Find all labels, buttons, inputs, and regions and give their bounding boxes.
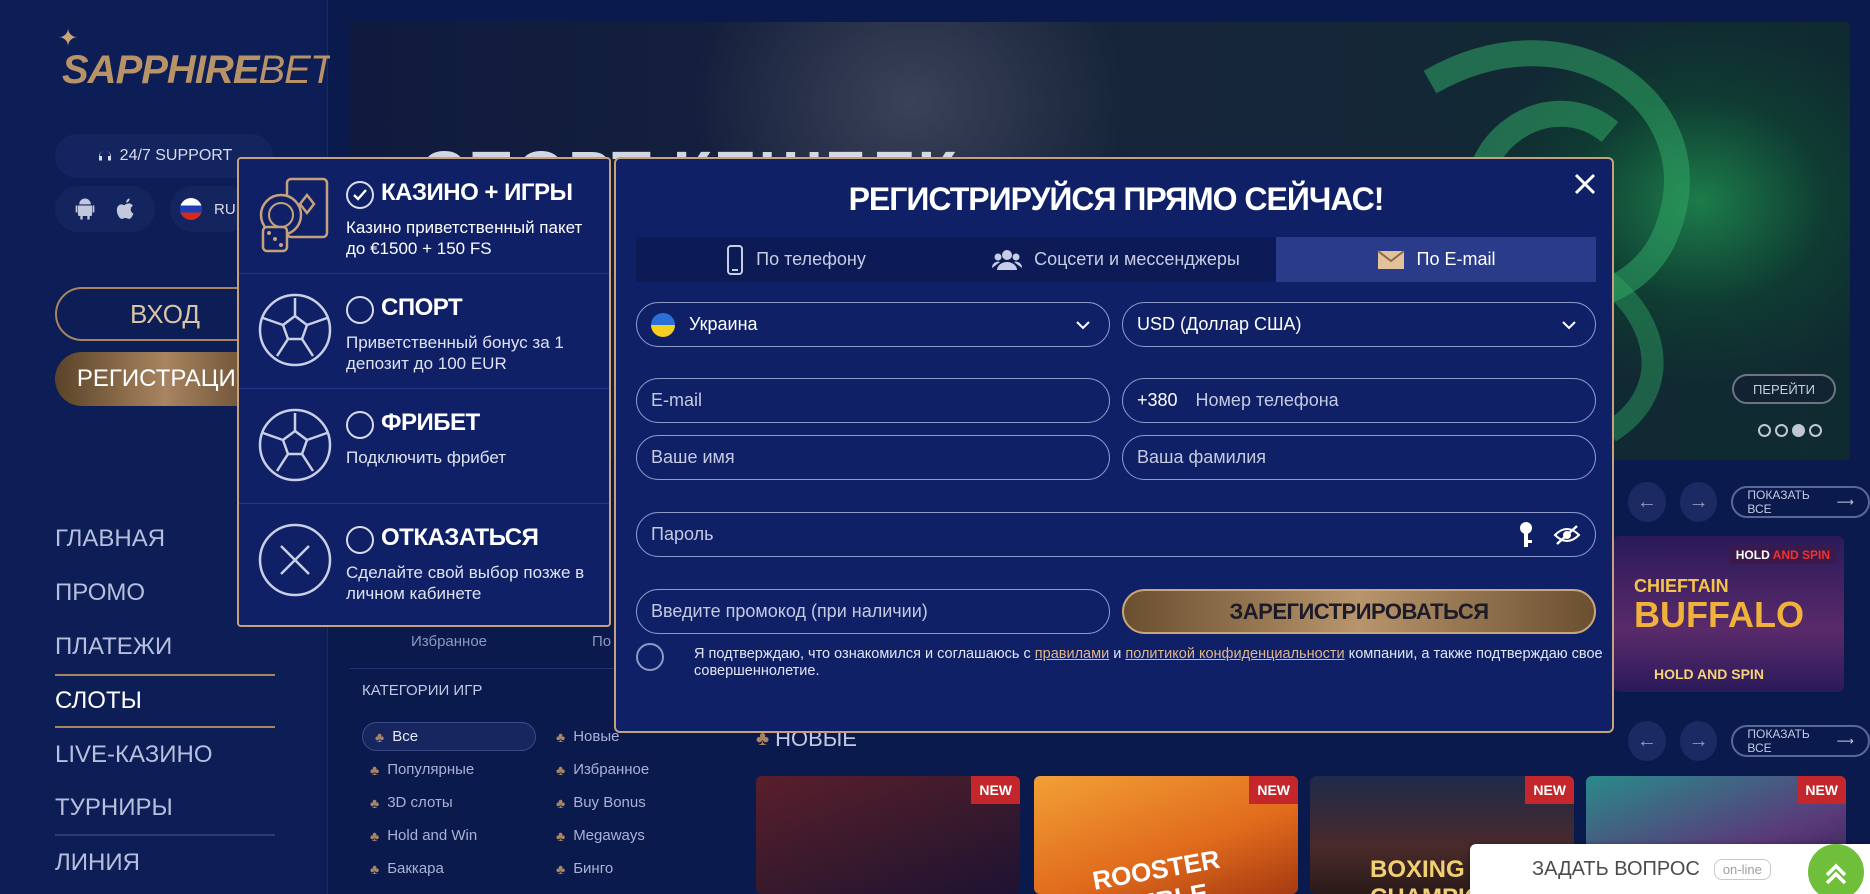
headset-icon: [98, 150, 111, 161]
menu-item-payments[interactable]: ПЛАТЕЖИ: [55, 620, 275, 674]
bonus-option-freebet[interactable]: ФРИБЕТ Подключить фрибет: [239, 389, 609, 504]
menu-item-tournaments[interactable]: ТУРНИРЫ: [55, 782, 275, 836]
rules-link[interactable]: правилами: [1035, 646, 1109, 662]
bonus-selector: КАЗИНО + ИГРЫ Казино приветственный паке…: [237, 157, 611, 627]
cards-dice-icon: [259, 177, 329, 253]
arrow-right-icon: ⟶: [1836, 495, 1854, 509]
category-all[interactable]: ♣ Все: [362, 722, 536, 751]
tab-by-email[interactable]: По E-mail: [1276, 237, 1596, 282]
game-card[interactable]: NEW: [756, 776, 1020, 894]
bonus-radio[interactable]: [346, 296, 374, 324]
show-all-button[interactable]: ПОКАЗАТЬ ВСЕ ⟶: [1731, 725, 1870, 757]
arrow-right-icon: ⟶: [1836, 734, 1854, 748]
cherry-icon: ♣: [370, 860, 380, 877]
banner-dot[interactable]: [1809, 424, 1822, 437]
cherry-icon: ♣: [556, 761, 566, 778]
category-buy-bonus[interactable]: ♣ Buy Bonus: [556, 794, 646, 811]
password-field[interactable]: Пароль: [636, 512, 1596, 557]
bonus-checkbox-checked[interactable]: [346, 181, 374, 209]
category-3d-slots[interactable]: ♣ 3D слоты: [370, 794, 453, 811]
terms-text: Я подтверждаю, что ознакомился и соглаша…: [694, 646, 1603, 679]
country-select[interactable]: Украина: [636, 302, 1110, 347]
tab-social[interactable]: Соцсети и мессенджеры: [956, 237, 1276, 282]
section-nav-new: ← → ПОКАЗАТЬ ВСЕ ⟶: [1628, 721, 1870, 761]
chevron-down-icon: [1562, 321, 1576, 330]
flag-ru-icon: [180, 198, 202, 220]
category-favorites[interactable]: ♣ Избранное: [556, 761, 649, 778]
category-hold-and-win[interactable]: ♣ Hold and Win: [370, 827, 477, 844]
show-all-button[interactable]: ПОКАЗАТЬ ВСЕ ⟶: [1731, 486, 1870, 518]
cherry-icon: ♣: [370, 794, 380, 811]
category-megaways[interactable]: ♣ Megaways: [556, 827, 645, 844]
cherry-icon: ♣: [556, 827, 566, 844]
menu-item-live-casino[interactable]: LIVE-КАЗИНО: [55, 728, 275, 782]
last-name-field[interactable]: Ваша фамилия: [1122, 435, 1596, 480]
cherry-icon: ♣: [556, 728, 566, 745]
online-badge: on-line: [1713, 858, 1771, 880]
eye-off-icon[interactable]: [1553, 524, 1581, 546]
bonus-radio[interactable]: [346, 526, 374, 554]
users-icon: [992, 249, 1023, 270]
banner-dot-active[interactable]: [1792, 424, 1805, 437]
currency-select[interactable]: USD (Доллар США): [1122, 302, 1596, 347]
bonus-option-sport[interactable]: СПОРТ Приветственный бонус за 1 депозит …: [239, 274, 609, 389]
banner-pagination: [1758, 424, 1822, 437]
cherry-icon: ♣: [556, 794, 566, 811]
phone-prefix: +380: [1137, 390, 1178, 410]
modal-title: РЕГИСТРИРУЙСЯ ПРЯМО СЕЙЧАС!: [848, 181, 1385, 217]
tab-popular[interactable]: По: [592, 633, 611, 650]
first-name-field[interactable]: Ваше имя: [636, 435, 1110, 480]
terms-checkbox[interactable]: [636, 643, 664, 671]
next-arrow-icon[interactable]: →: [1679, 482, 1718, 522]
android-icon[interactable]: [71, 195, 99, 223]
soccer-ball-icon: [258, 408, 332, 482]
cherry-icon: ♣: [370, 761, 380, 778]
registration-modal: РЕГИСТРИРУЙСЯ ПРЯМО СЕЙЧАС! По телефону …: [614, 157, 1614, 733]
game-card-chieftain-buffalo[interactable]: HOLD AND SPIN CHIEFTAIN BUFFALO HOLD AND…: [1614, 536, 1844, 692]
close-icon[interactable]: [1570, 169, 1600, 199]
chevron-down-icon: [1076, 321, 1090, 330]
bonus-option-decline[interactable]: ОТКАЗАТЬСЯ Сделайте свой выбор позже в л…: [239, 504, 609, 625]
category-baccarat[interactable]: ♣ Баккара: [370, 860, 444, 877]
brand-logo[interactable]: SAPPHIREBET: [62, 48, 334, 93]
close-circle-icon: [258, 523, 332, 597]
banner-go-button[interactable]: ПЕРЕЙТИ: [1732, 374, 1836, 404]
banner-dot[interactable]: [1758, 424, 1771, 437]
apple-icon[interactable]: [111, 195, 139, 223]
phone-icon: [727, 244, 744, 275]
register-submit-button[interactable]: ЗАРЕГИСТРИРОВАТЬСЯ: [1122, 589, 1596, 634]
app-downloads: [55, 186, 155, 232]
flag-ua-icon: [651, 312, 675, 337]
cherry-icon: ♣: [375, 728, 385, 745]
soccer-ball-icon: [258, 293, 332, 367]
bonus-option-casino[interactable]: КАЗИНО + ИГРЫ Казино приветственный паке…: [239, 159, 609, 274]
prev-arrow-icon[interactable]: ←: [1628, 721, 1666, 761]
registration-tabs: По телефону Соцсети и мессенджеры По E-m…: [636, 237, 1596, 282]
cherry-icon: ♣: [556, 860, 566, 877]
game-card-rooster-rumble[interactable]: NEW ROOSTER RUMBLE: [1034, 776, 1298, 894]
banner-dot[interactable]: [1775, 424, 1788, 437]
cherry-icon: ♣: [370, 827, 380, 844]
promo-code-field[interactable]: Введите промокод (при наличии): [636, 589, 1110, 634]
phone-field[interactable]: +380 Номер телефона: [1122, 378, 1596, 423]
section-nav-top: ← → ПОКАЗАТЬ ВСЕ ⟶: [1628, 482, 1870, 522]
email-field[interactable]: E-mail: [636, 378, 1110, 423]
key-icon[interactable]: [1517, 521, 1535, 549]
menu-item-slots[interactable]: СЛОТЫ: [55, 674, 275, 728]
category-bingo[interactable]: ♣ Бинго: [556, 860, 613, 877]
chat-widget[interactable]: ЗАДАТЬ ВОПРОС on-line: [1470, 844, 1870, 894]
prev-arrow-icon[interactable]: ←: [1628, 482, 1666, 522]
category-popular[interactable]: ♣ Популярные: [370, 761, 474, 778]
envelope-icon: [1376, 249, 1405, 269]
privacy-policy-link[interactable]: политикой конфиденциальности: [1125, 646, 1344, 662]
chevron-up-icon[interactable]: [1808, 844, 1864, 894]
menu-item-line[interactable]: ЛИНИЯ: [55, 836, 275, 890]
tab-favorites[interactable]: Избранное: [411, 633, 487, 650]
bonus-radio[interactable]: [346, 411, 374, 439]
tab-by-phone[interactable]: По телефону: [636, 237, 956, 282]
check-icon: [353, 189, 367, 201]
category-new[interactable]: ♣ Новые: [556, 728, 619, 745]
categories-title: КАТЕГОРИИ ИГР: [362, 682, 483, 699]
next-arrow-icon[interactable]: →: [1679, 721, 1718, 761]
